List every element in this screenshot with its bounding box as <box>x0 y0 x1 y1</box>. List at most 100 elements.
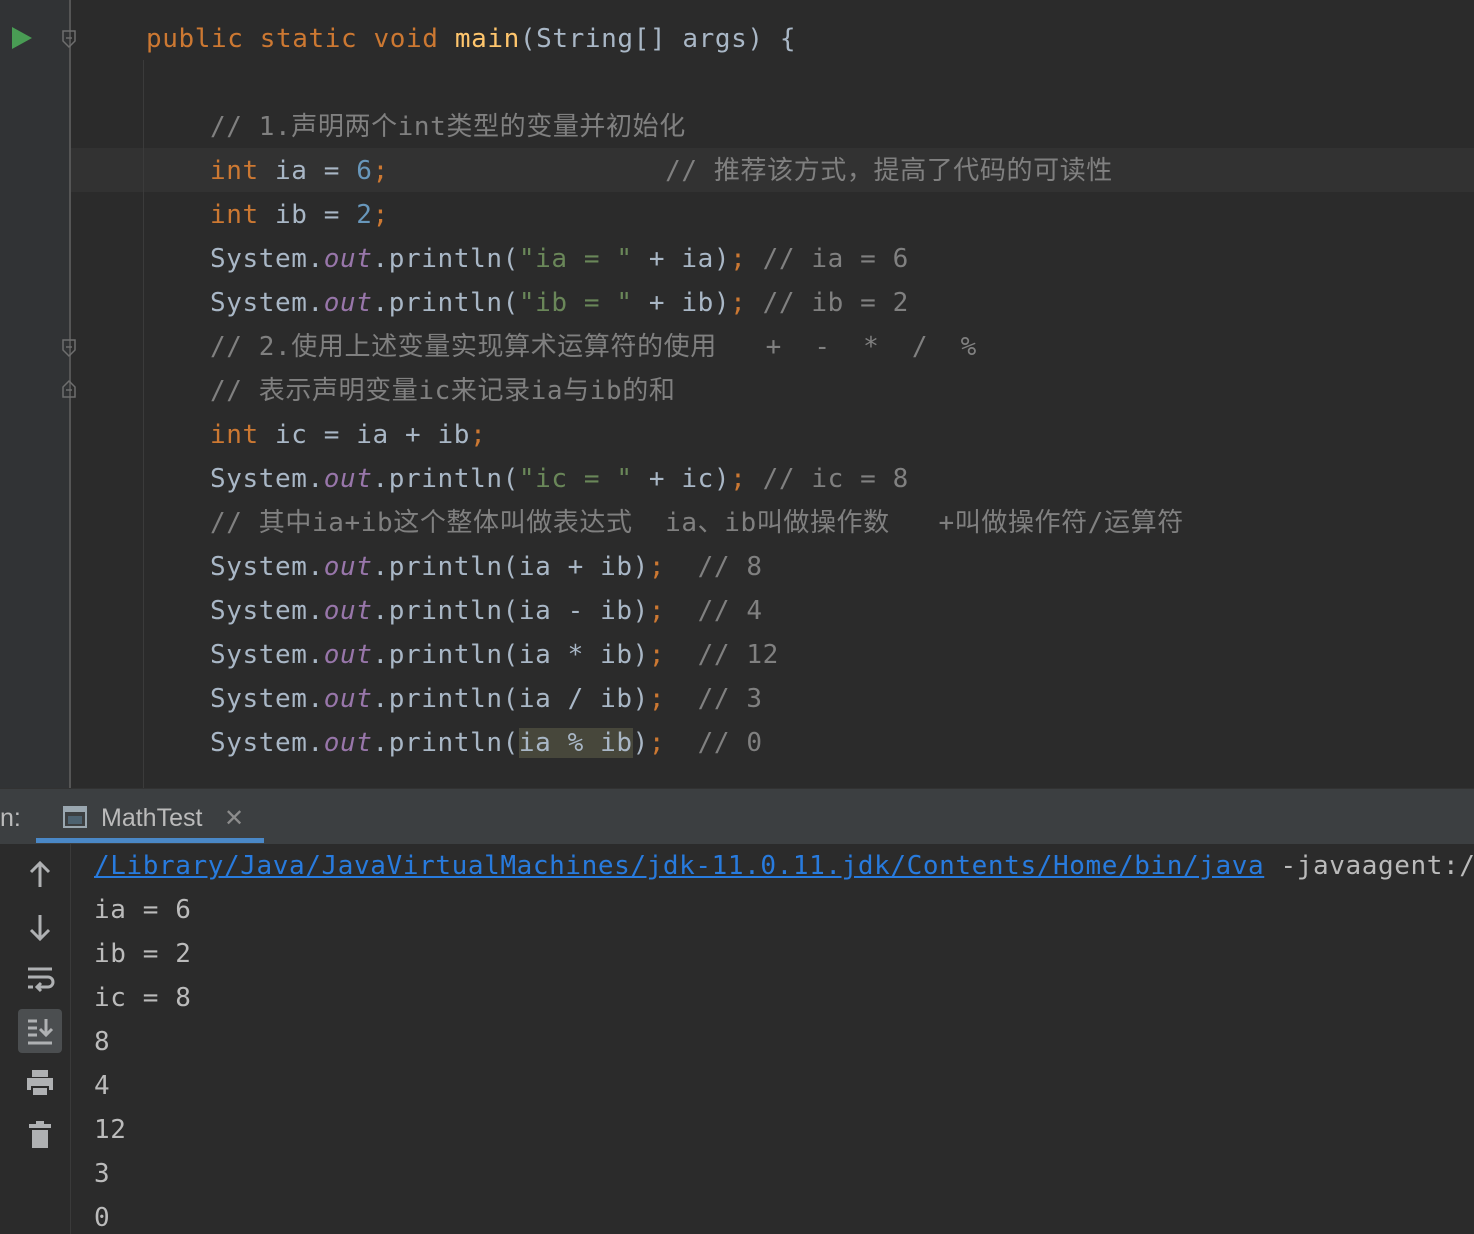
run-tool-window: n: MathTest ✕ /Library/Java/JavaVirtualM… <box>0 788 1474 1234</box>
code-line: System.out.println("ic = " + ic); // ic … <box>210 457 909 501</box>
console-toolbar <box>0 844 70 1234</box>
close-tab-icon[interactable]: ✕ <box>224 789 244 844</box>
code-token: System. <box>210 728 324 758</box>
run-tab-bar: n: MathTest ✕ <box>0 788 1474 845</box>
up-arrow-icon[interactable] <box>18 853 62 897</box>
code-token: int <box>210 156 276 186</box>
output-line: ib = 2 <box>94 939 192 969</box>
code-token: // 4 <box>665 596 763 626</box>
code-token: ; <box>730 464 747 494</box>
code-token: ic = ia + ib <box>275 420 471 450</box>
code-token: main <box>454 24 520 54</box>
code-token: .println( <box>372 288 519 318</box>
code-token: .println(ia * ib) <box>372 640 649 670</box>
code-token: ia % ib <box>518 728 633 758</box>
indent-guide <box>143 60 144 788</box>
code-token: ia = <box>275 156 357 186</box>
code-token: // 1.声明两个int类型的变量并初始化 <box>210 112 686 142</box>
code-token: + ib) <box>632 288 731 318</box>
code-token: + ic) <box>632 464 731 494</box>
trash-icon[interactable] <box>18 1113 62 1157</box>
run-main-icon[interactable] <box>12 27 32 49</box>
java-args: -javaagent:/Ap <box>1280 851 1474 881</box>
code-token: .println(ia / ib) <box>372 684 649 714</box>
toolbar-divider <box>70 844 71 1234</box>
code-token: public static void <box>146 24 455 54</box>
code-token: ; <box>648 552 666 582</box>
code-token: "ia = " <box>518 244 633 274</box>
code-token: out <box>323 728 373 758</box>
code-token: "ic = " <box>518 464 633 494</box>
code-line: System.out.println(ia + ib); // 8 <box>210 545 763 589</box>
code-token: // ic = 8 <box>746 464 909 494</box>
code-token: ; <box>648 640 666 670</box>
code-line: int ic = ia + ib; <box>210 413 486 457</box>
code-line: int ia = 6; // 推荐该方式，提高了代码的可读性 <box>210 149 1113 193</box>
code-token: 6 <box>356 156 373 186</box>
scroll-to-end-icon[interactable] <box>18 1009 62 1053</box>
code-token: out <box>323 684 373 714</box>
code-token: // ia = 6 <box>746 244 909 274</box>
code-token: // ib = 2 <box>746 288 909 318</box>
code-token: int <box>210 200 276 230</box>
output-line: 4 <box>94 1071 111 1101</box>
code-token: System. <box>210 552 324 582</box>
code-token: // 3 <box>665 684 763 714</box>
code-token: // 12 <box>665 640 779 670</box>
code-line: // 2.使用上述变量实现算术运算符的使用 + - * / % <box>210 325 977 369</box>
code-line: System.out.println(ia % ib); // 0 <box>210 721 763 765</box>
code-token: ; <box>730 288 747 318</box>
run-panel-label: n: <box>0 804 21 832</box>
code-token: ) <box>632 728 649 758</box>
fold-comment-end-icon[interactable] <box>61 379 77 399</box>
editor-gutter <box>0 0 70 788</box>
code-token: System. <box>210 244 324 274</box>
code-token: out <box>323 596 373 626</box>
output-line: ia = 6 <box>94 895 192 925</box>
console-output[interactable]: /Library/Java/JavaVirtualMachines/jdk-11… <box>94 844 1474 1234</box>
output-line: 8 <box>94 1027 111 1057</box>
command-line: /Library/Java/JavaVirtualMachines/jdk-11… <box>94 844 1474 888</box>
code-editor[interactable]: public static void main(String[] args) {… <box>0 0 1474 788</box>
code-token: 2 <box>356 200 373 230</box>
code-token: int <box>210 420 276 450</box>
code-token: ; <box>730 244 747 274</box>
code-token: System. <box>210 596 324 626</box>
code-line: // 其中ia+ib这个整体叫做表达式 ia、ib叫做操作数 +叫做操作符/运算… <box>210 501 1184 545</box>
fold-comment-start-icon[interactable] <box>61 338 77 358</box>
code-token: ib = <box>275 200 357 230</box>
active-tab-indicator <box>36 838 264 843</box>
code-token: System. <box>210 288 324 318</box>
code-line: System.out.println("ia = " + ia); // ia … <box>210 237 909 281</box>
code-line: // 1.声明两个int类型的变量并初始化 <box>210 105 686 149</box>
java-path-link[interactable]: /Library/Java/JavaVirtualMachines/jdk-11… <box>94 851 1264 881</box>
code-token: ; <box>372 156 389 186</box>
tab-mathtest[interactable]: MathTest ✕ <box>36 789 264 844</box>
code-token: System. <box>210 464 324 494</box>
code-token: out <box>323 244 373 274</box>
code-line: System.out.println(ia / ib); // 3 <box>210 677 763 721</box>
code-line: int ib = 2; <box>210 193 389 237</box>
print-icon[interactable] <box>18 1061 62 1105</box>
code-token: // 推荐该方式，提高了代码的可读性 <box>388 156 1113 186</box>
code-token: (String[] args) { <box>519 24 797 54</box>
code-token: // 其中ia+ib这个整体叫做表达式 ia、ib叫做操作数 +叫做操作符/运算… <box>210 508 1184 538</box>
code-line: public static void main(String[] args) { <box>146 17 796 61</box>
code-token: ; <box>648 684 666 714</box>
code-token: // 表示声明变量ic来记录ia与ib的和 <box>210 376 676 406</box>
code-line: // 表示声明变量ic来记录ia与ib的和 <box>210 369 675 413</box>
output-line: ic = 8 <box>94 983 192 1013</box>
output-lines: ia = 6 ib = 2 ic = 8 8 4 12 3 0 <box>94 888 1474 1234</box>
code-token: ; <box>372 200 389 230</box>
fold-method-icon[interactable] <box>61 29 77 49</box>
code-token: out <box>323 464 373 494</box>
code-token: // 2.使用上述变量实现算术运算符的使用 + - * / % <box>210 332 977 362</box>
code-token: // 8 <box>665 552 763 582</box>
code-token: .println( <box>372 728 519 758</box>
soft-wrap-icon[interactable] <box>18 957 62 1001</box>
code-token: // 0 <box>665 728 763 758</box>
code-token: ; <box>648 596 666 626</box>
down-arrow-icon[interactable] <box>18 905 62 949</box>
code-token: System. <box>210 640 324 670</box>
code-line: System.out.println("ib = " + ib); // ib … <box>210 281 909 325</box>
